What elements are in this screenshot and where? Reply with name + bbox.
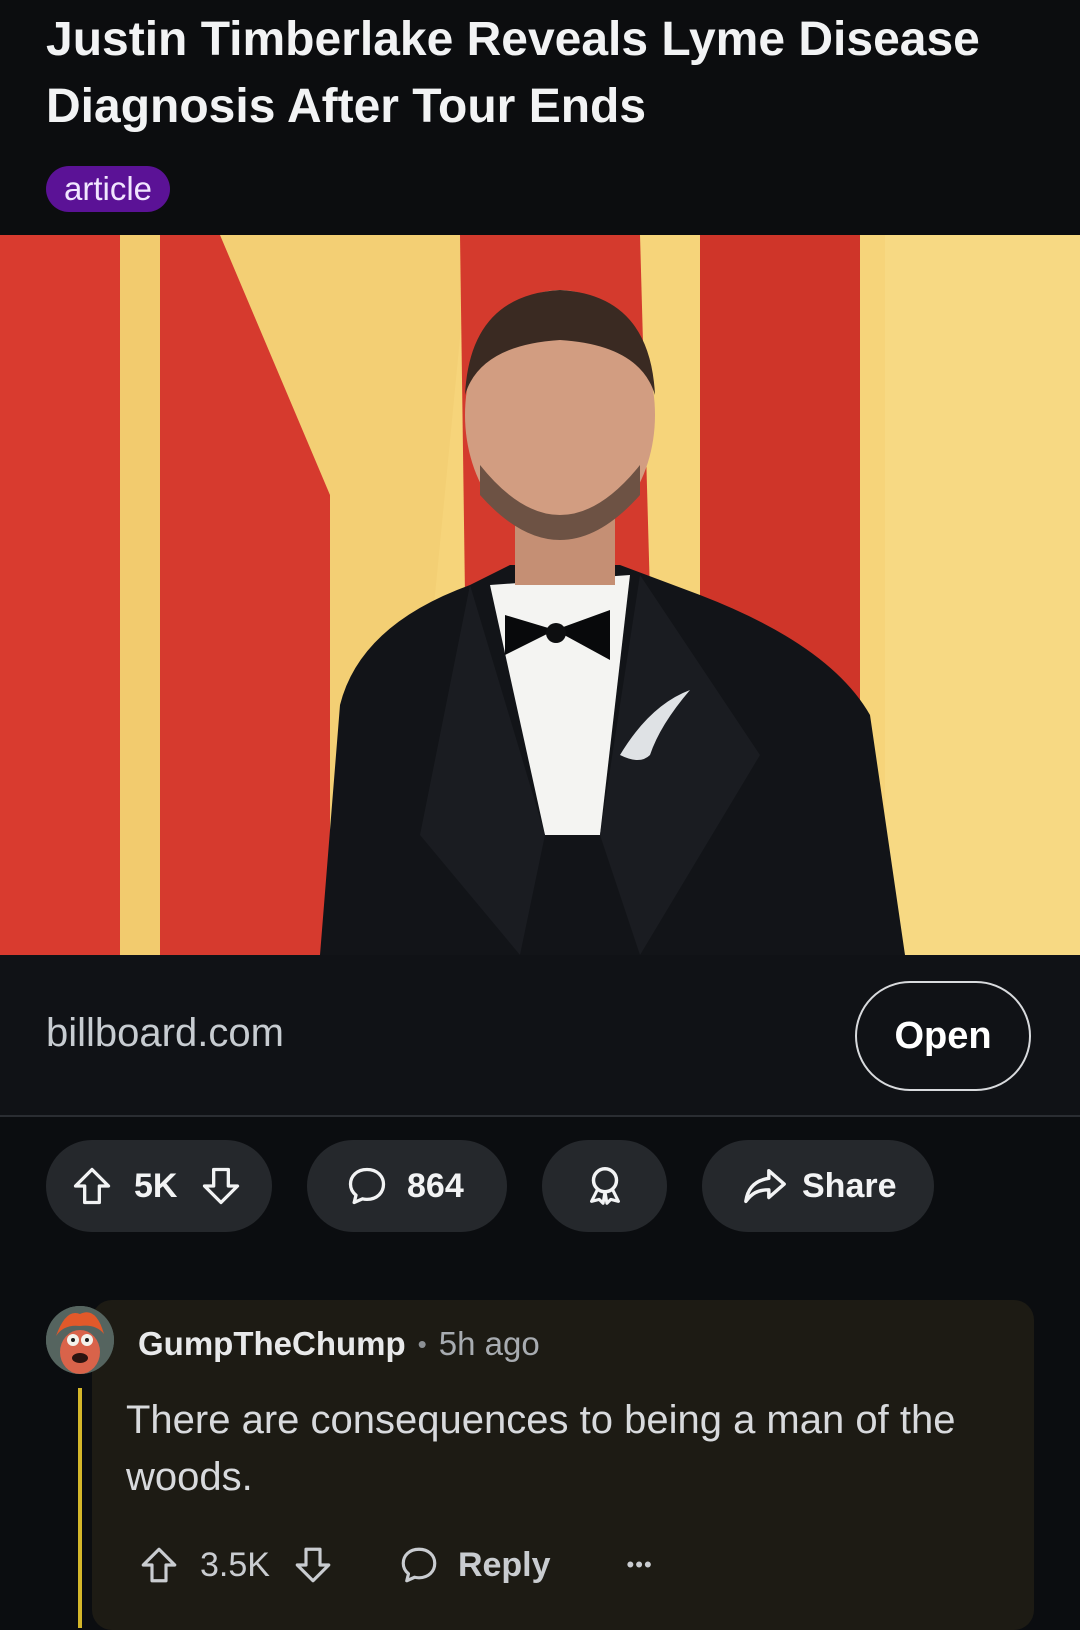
comments-button[interactable]: 864 <box>307 1140 507 1232</box>
comment-username[interactable]: GumpTheChump <box>138 1325 406 1363</box>
comment-header: GumpTheChump • 5h ago <box>138 1325 540 1363</box>
post-photo <box>0 235 1080 955</box>
comment-timestamp: 5h ago <box>438 1325 540 1362</box>
comment-icon <box>345 1164 389 1208</box>
post-header: Justin Timberlake Reveals Lyme Disease D… <box>0 0 1080 235</box>
downvote-icon[interactable] <box>199 1164 243 1208</box>
reply-label: Reply <box>457 1545 551 1584</box>
share-label: Share <box>802 1166 897 1205</box>
post-flair[interactable]: article <box>46 166 171 212</box>
comment-downvote-icon[interactable] <box>292 1544 334 1586</box>
separator-dot: • <box>417 1328 427 1359</box>
open-link-button[interactable]: Open <box>855 981 1031 1091</box>
share-button[interactable]: Share <box>702 1140 934 1232</box>
link-domain[interactable]: billboard.com <box>46 1011 284 1056</box>
post-score: 5K <box>134 1166 178 1205</box>
link-preview[interactable]: billboard.com Open <box>0 955 1080 1117</box>
reply-icon <box>398 1544 440 1586</box>
award-icon <box>582 1163 628 1209</box>
comment-actions: 3.5K Reply ••• <box>138 1540 653 1590</box>
award-button[interactable] <box>542 1140 667 1232</box>
comment-upvote-icon[interactable] <box>138 1544 180 1586</box>
post-actions: 5K 864 Share <box>0 1140 1080 1232</box>
comment-body: There are consequences to being a man of… <box>126 1398 956 1499</box>
post-image[interactable] <box>0 235 1080 955</box>
share-icon <box>742 1163 788 1209</box>
user-avatar[interactable] <box>46 1306 114 1374</box>
reply-button[interactable]: Reply <box>398 1544 551 1586</box>
comment-score: 3.5K <box>200 1545 270 1584</box>
comment-count: 864 <box>407 1166 464 1205</box>
more-options-icon[interactable]: ••• <box>627 1552 653 1578</box>
thread-line[interactable] <box>78 1388 82 1628</box>
upvote-icon[interactable] <box>70 1164 114 1208</box>
post-title[interactable]: Justin Timberlake Reveals Lyme Disease D… <box>46 6 1036 140</box>
vote-control: 5K <box>46 1140 272 1232</box>
